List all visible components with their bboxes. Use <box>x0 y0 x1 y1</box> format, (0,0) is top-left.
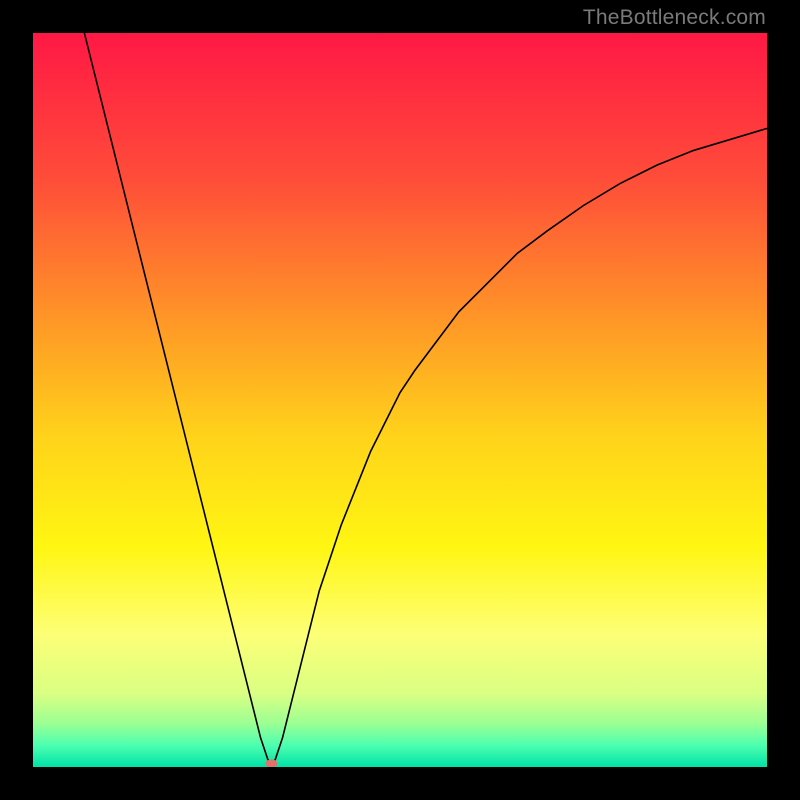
chart-plot <box>33 33 767 767</box>
marker-dot <box>266 759 278 767</box>
gradient-background <box>33 33 767 767</box>
watermark-label: TheBottleneck.com <box>583 6 766 30</box>
chart-frame: TheBottleneck.com <box>0 0 800 800</box>
